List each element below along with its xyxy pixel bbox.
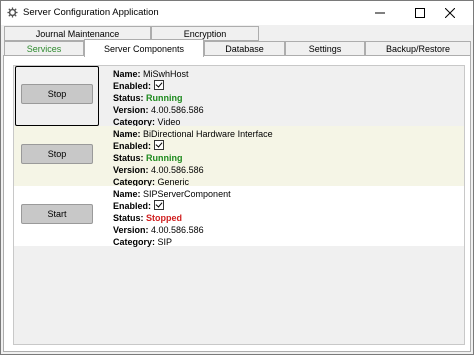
tab-services[interactable]: Services (4, 41, 84, 56)
tab-database[interactable]: Database (204, 41, 285, 56)
version-value: 4.00.586.586 (151, 165, 204, 175)
category-label: Category: (113, 237, 156, 247)
status-label: Status: (113, 93, 144, 103)
component-row: Start Name: SIPServerComponent Enabled: … (14, 186, 464, 248)
enabled-checkbox[interactable] (153, 140, 164, 150)
tab-server-components[interactable]: Server Components (84, 39, 204, 57)
component-row: Stop Name: MiSwhHost Enabled: Status: Ru… (14, 66, 464, 128)
enabled-checkbox[interactable] (153, 80, 164, 90)
status-value: Running (146, 153, 183, 163)
tab-settings[interactable]: Settings (285, 41, 365, 56)
name-label: Name: (113, 189, 141, 199)
enabled-checkbox[interactable] (153, 200, 164, 210)
status-label: Status: (113, 153, 144, 163)
category-value: SIP (157, 237, 173, 247)
close-icon (445, 8, 455, 18)
version-label: Version: (113, 225, 149, 235)
start-button[interactable]: Start (21, 204, 93, 224)
version-value: 4.00.586.586 (151, 225, 204, 235)
component-info: Name: SIPServerComponent Enabled: Status… (113, 188, 231, 248)
status-value: Stopped (146, 213, 183, 223)
maximize-icon (415, 8, 425, 18)
title-bar: Server Configuration Application (1, 1, 473, 25)
server-components-panel: Stop Name: MiSwhHost Enabled: Status: Ru… (3, 55, 471, 352)
enabled-label: Enabled: (113, 201, 152, 211)
version-value: 4.00.586.586 (151, 105, 204, 115)
component-info: Name: BiDirectional Hardware Interface E… (113, 128, 273, 188)
minimize-icon (375, 12, 385, 14)
stop-button[interactable]: Stop (21, 84, 93, 104)
tab-backup-restore[interactable]: Backup/Restore (365, 41, 471, 56)
enabled-label: Enabled: (113, 81, 152, 91)
component-name: SIPServerComponent (143, 189, 231, 199)
gear-icon (7, 7, 18, 18)
status-label: Status: (113, 213, 144, 223)
name-label: Name: (113, 129, 141, 139)
app-window: Server Configuration Application Journal… (0, 0, 474, 355)
component-name: MiSwhHost (143, 69, 189, 79)
enabled-label: Enabled: (113, 141, 152, 151)
component-row: Stop Name: BiDirectional Hardware Interf… (14, 126, 464, 188)
component-name: BiDirectional Hardware Interface (143, 129, 273, 139)
component-list: Stop Name: MiSwhHost Enabled: Status: Ru… (13, 65, 465, 345)
version-label: Version: (113, 165, 149, 175)
stop-button[interactable]: Stop (21, 144, 93, 164)
name-label: Name: (113, 69, 141, 79)
tab-strip: Journal Maintenance Encryption Services … (1, 25, 473, 57)
status-value: Running (146, 93, 183, 103)
window-title: Server Configuration Application (23, 7, 159, 18)
close-button[interactable] (427, 1, 473, 25)
component-info: Name: MiSwhHost Enabled: Status: Running… (113, 68, 204, 128)
version-label: Version: (113, 105, 149, 115)
